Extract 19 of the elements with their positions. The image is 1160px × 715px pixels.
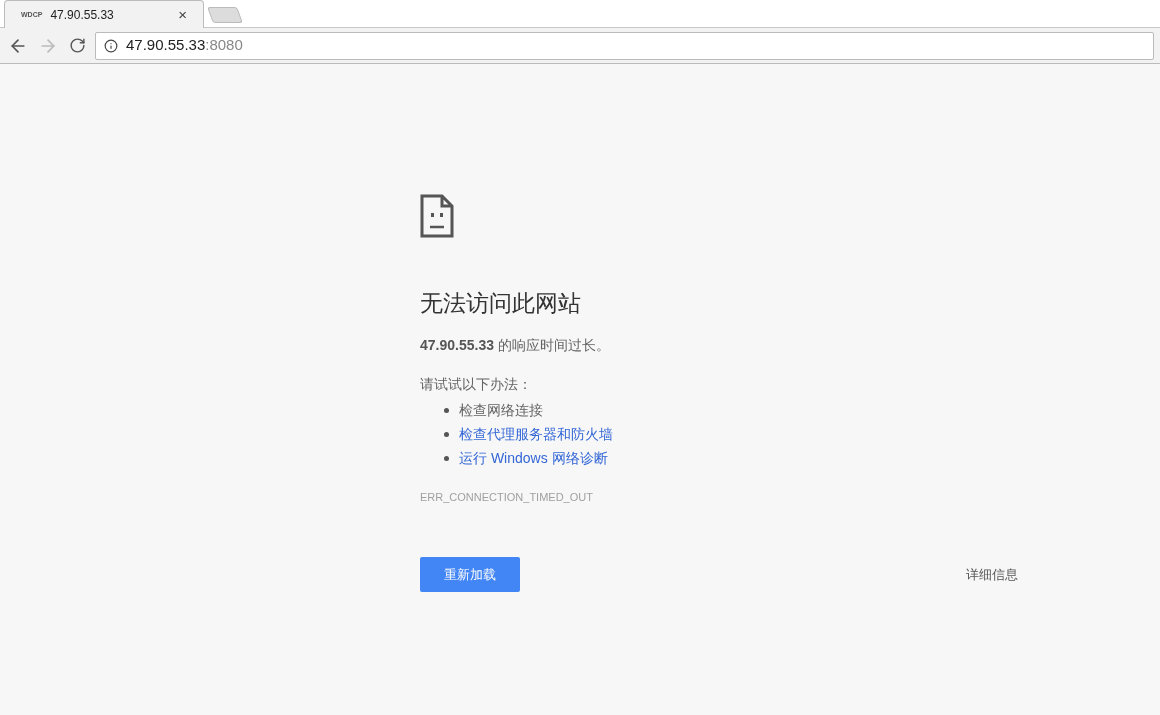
- suggestion-text: 检查网络连接: [459, 401, 543, 420]
- info-icon[interactable]: [104, 38, 118, 53]
- reload-icon[interactable]: [69, 37, 86, 54]
- reload-button[interactable]: 重新加载: [420, 557, 520, 592]
- error-code: ERR_CONNECTION_TIMED_OUT: [420, 489, 594, 505]
- details-button[interactable]: 详细信息: [964, 564, 1020, 585]
- bullet-icon: [444, 456, 449, 461]
- sad-page-icon: [420, 194, 454, 238]
- url-text: 47.90.55.33:8080: [126, 35, 243, 56]
- close-tab-button[interactable]: ×: [178, 7, 187, 22]
- bullet-icon: [444, 408, 449, 413]
- suggestions-heading: 请试试以下办法：: [420, 374, 533, 394]
- error-message: 47.90.55.33 的响应时间过长。: [420, 335, 611, 355]
- bullet-icon: [444, 432, 449, 437]
- tab-title: 47.90.55.33: [50, 6, 115, 24]
- suggestion-link[interactable]: 检查代理服务器和防火墙: [459, 424, 613, 445]
- error-title: 无法访问此网站: [420, 289, 582, 318]
- suggestion-link[interactable]: 运行 Windows 网络诊断: [459, 448, 608, 469]
- address-field[interactable]: 47.90.55.33:8080: [95, 31, 1154, 60]
